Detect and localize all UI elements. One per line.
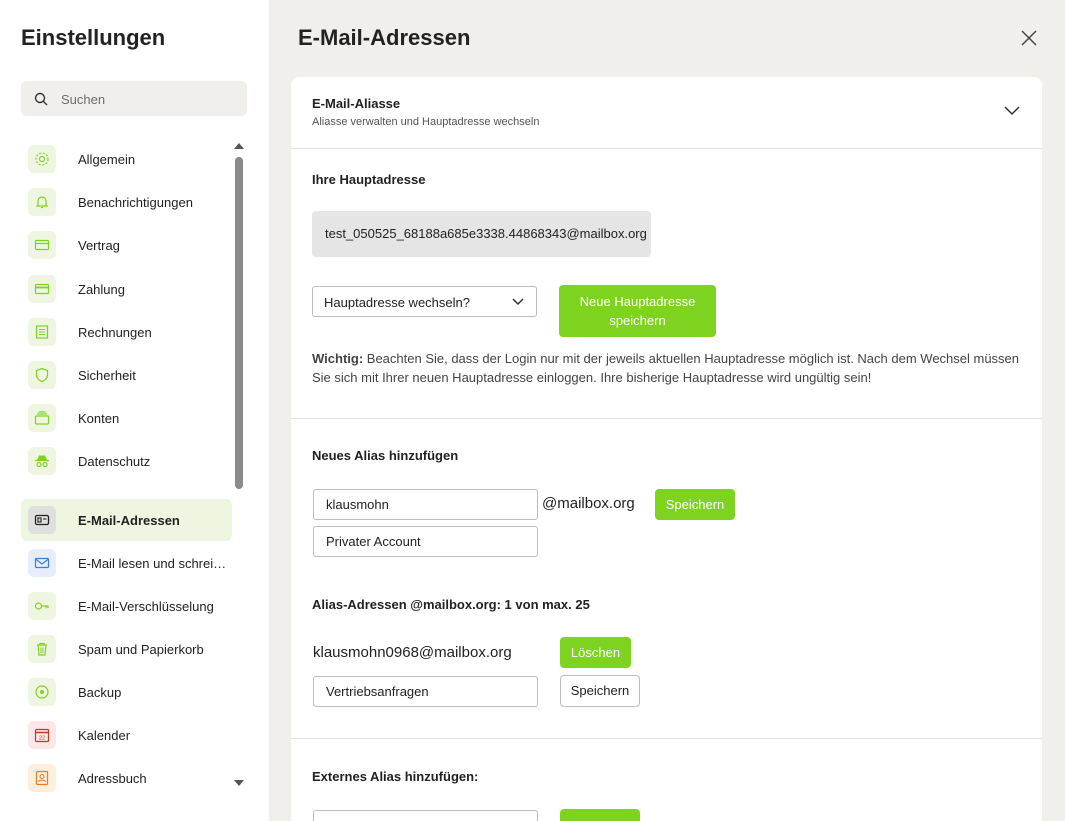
delete-alias-button[interactable]: Löschen xyxy=(560,637,631,668)
sidebar-item-label: Konten xyxy=(78,411,120,426)
contacts-icon xyxy=(28,764,56,792)
close-icon[interactable] xyxy=(1019,28,1039,48)
sidebar-item-label: Rechnungen xyxy=(78,325,152,340)
sidebar-item-spam[interactable]: Spam und Papierkorb xyxy=(21,628,232,670)
search-input[interactable] xyxy=(61,89,231,109)
key-icon xyxy=(28,592,56,620)
page-title: E-Mail-Adressen xyxy=(298,25,471,50)
main-panel: E-Mail-Adressen E-Mail-Aliasse Aliasse v… xyxy=(269,0,1065,821)
primary-address-value: test_050525_68188a685e3338.44868343@mail… xyxy=(312,211,651,257)
alias-domain: @mailbox.org xyxy=(542,495,635,512)
external-alias-input[interactable] xyxy=(313,810,538,821)
select-value: Hauptadresse wechseln? xyxy=(324,295,470,310)
sidebar-item-label: Zahlung xyxy=(78,282,125,297)
sidebar-item-label: Kalender xyxy=(78,728,131,743)
accordion-subtitle: Aliasse verwalten und Hauptadresse wechs… xyxy=(312,116,540,128)
sidebar-item-label: Backup xyxy=(78,685,122,700)
sidebar-item-label: Datenschutz xyxy=(78,454,151,469)
envelope-icon xyxy=(28,549,56,577)
sidebar-item-backup[interactable]: Backup xyxy=(21,671,232,713)
alias-list-heading: Alias-Adressen @mailbox.org: 1 von max. … xyxy=(312,597,590,612)
sidebar-item-label: Sicherheit xyxy=(78,368,136,383)
external-alias-save-button[interactable] xyxy=(560,809,640,821)
sidebar-item-label: E-Mail-Verschlüsselung xyxy=(78,599,214,614)
accordion-title: E-Mail-Aliasse xyxy=(312,96,401,111)
calendar-badge: 22 xyxy=(39,736,45,742)
save-alias-button[interactable]: Speichern xyxy=(655,489,735,520)
primary-address-heading: Ihre Hauptadresse xyxy=(312,172,426,187)
bell-icon xyxy=(28,188,56,216)
incognito-icon xyxy=(28,447,56,475)
external-alias-heading: Externes Alias hinzufügen: xyxy=(312,769,479,784)
sidebar-item-e-mail-verschluesselung[interactable]: E-Mail-Verschlüsselung xyxy=(21,585,232,627)
alias-name-input[interactable] xyxy=(313,489,538,520)
alias-list-description-input[interactable] xyxy=(313,676,538,707)
stack-icon xyxy=(28,404,56,432)
sidebar-scrollbar[interactable] xyxy=(234,143,244,793)
sidebar-item-label: Adressbuch xyxy=(78,771,147,786)
sidebar-item-label: E-Mail lesen und schreiben xyxy=(78,556,230,571)
sidebar-item-konten[interactable]: Konten xyxy=(21,397,232,439)
gear-icon xyxy=(28,145,56,173)
sidebar-item-e-mail-adressen[interactable]: E-Mail-Adressen xyxy=(21,499,232,541)
address-card-icon xyxy=(28,506,56,534)
primary-note: Wichtig: Beachten Sie, dass der Login nu… xyxy=(312,349,1024,387)
sidebar-item-e-mail-lesen[interactable]: E-Mail lesen und schreiben xyxy=(21,542,232,584)
sidebar-nav: Allgemein Benachrichtigungen Vertrag Zah… xyxy=(21,138,232,821)
shield-icon xyxy=(28,361,56,389)
backup-icon xyxy=(28,678,56,706)
search-box[interactable] xyxy=(21,81,247,116)
scroll-thumb[interactable] xyxy=(235,157,243,489)
sidebar-item-vertrag[interactable]: Vertrag xyxy=(21,224,232,266)
calendar-icon: 22 xyxy=(28,721,56,749)
accordion-header[interactable]: E-Mail-Aliasse Aliasse verwalten und Hau… xyxy=(291,77,1042,149)
sidebar-item-label: E-Mail-Adressen xyxy=(78,513,180,528)
save-primary-button[interactable]: Neue Hauptadresse speichern xyxy=(559,285,716,337)
note-label: Wichtig: xyxy=(312,351,364,366)
sidebar-item-datenschutz[interactable]: Datenschutz xyxy=(21,440,232,482)
card-icon xyxy=(28,231,56,259)
sidebar-item-zahlung[interactable]: Zahlung xyxy=(21,268,232,310)
save-description-button[interactable]: Speichern xyxy=(560,675,640,707)
alias-description-input[interactable] xyxy=(313,526,538,557)
sidebar-item-sicherheit[interactable]: Sicherheit xyxy=(21,354,232,396)
invoice-icon xyxy=(28,318,56,346)
sidebar-item-kalender[interactable]: 22 Kalender xyxy=(21,714,232,756)
sidebar-item-label: Vertrag xyxy=(78,238,120,253)
sidebar-item-adressbuch[interactable]: Adressbuch xyxy=(21,757,232,799)
change-primary-select[interactable]: Hauptadresse wechseln? xyxy=(312,286,537,317)
sidebar-item-label: Benachrichtigungen xyxy=(78,195,193,210)
credit-card-icon xyxy=(28,275,56,303)
sidebar-item-rechnungen[interactable]: Rechnungen xyxy=(21,311,232,353)
alias-address: klausmohn0968@mailbox.org xyxy=(313,644,512,661)
chevron-down-icon[interactable] xyxy=(1003,104,1021,118)
sidebar-item-label: Allgemein xyxy=(78,152,136,167)
new-alias-heading: Neues Alias hinzufügen xyxy=(312,448,459,463)
aliases-card: E-Mail-Aliasse Aliasse verwalten und Hau… xyxy=(291,77,1042,821)
sidebar: Einstellungen Allgemein Benachrichtigung… xyxy=(0,0,269,821)
chevron-down-icon xyxy=(512,298,524,306)
divider xyxy=(291,418,1042,419)
divider xyxy=(291,738,1042,739)
sidebar-item-label: Spam und Papierkorb xyxy=(78,642,204,657)
note-text: Beachten Sie, dass der Login nur mit der… xyxy=(312,351,1020,385)
sidebar-item-benachrichtigungen[interactable]: Benachrichtigungen xyxy=(21,181,232,223)
sidebar-title: Einstellungen xyxy=(21,25,166,50)
search-icon xyxy=(34,92,48,106)
scroll-up-arrow-icon[interactable] xyxy=(234,143,244,149)
scroll-down-arrow-icon[interactable] xyxy=(234,780,244,786)
trash-icon xyxy=(28,635,56,663)
sidebar-item-allgemein[interactable]: Allgemein xyxy=(21,138,232,180)
